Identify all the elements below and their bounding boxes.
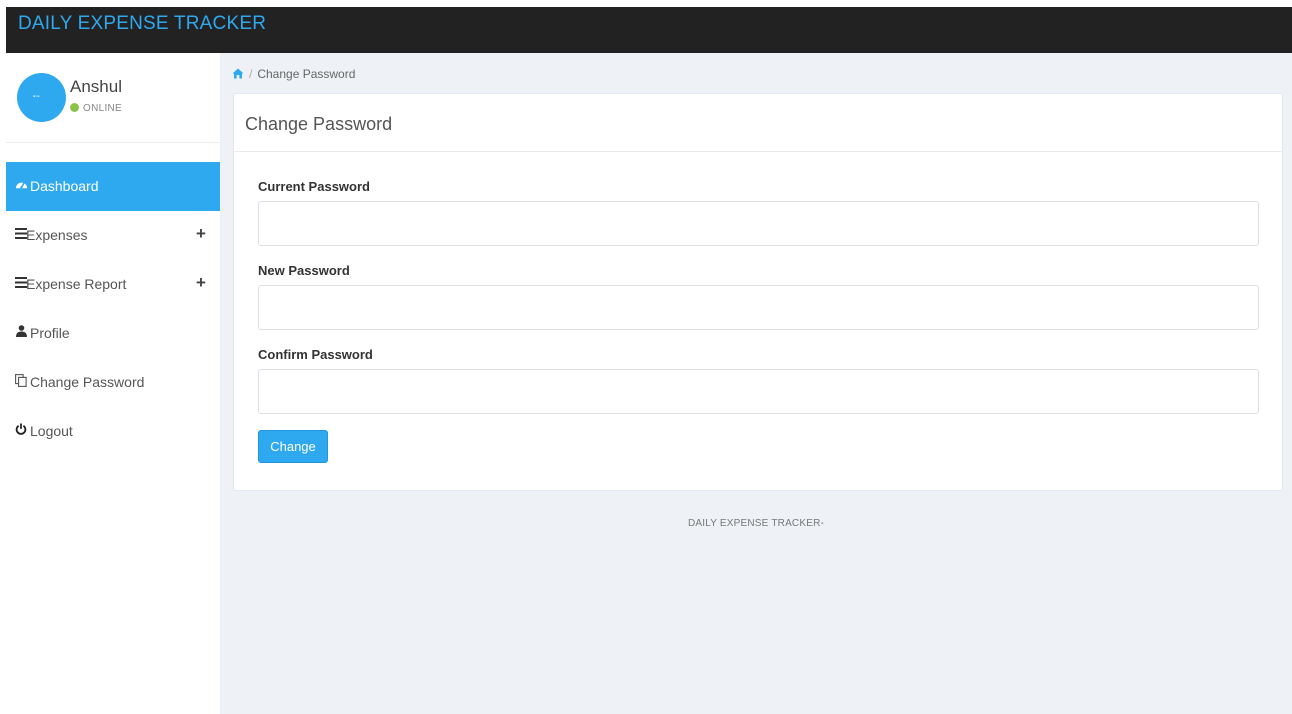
sidebar: ▪▫▪ Anshul ONLINE Dashboard Expenses + E… xyxy=(6,53,220,714)
sidebar-item-label: Expense Report xyxy=(26,276,127,292)
sidebar-item-change-password[interactable]: Change Password xyxy=(6,358,220,407)
user-name: Anshul xyxy=(70,77,122,96)
change-password-panel: Change Password Current Password New Pas… xyxy=(233,93,1283,491)
current-password-input[interactable] xyxy=(258,201,1259,246)
power-icon xyxy=(14,423,28,439)
online-status-dot-icon xyxy=(70,103,79,112)
page-title: Change Password xyxy=(245,114,393,134)
sidebar-item-label: Expenses xyxy=(26,227,88,243)
sidebar-item-logout[interactable]: Logout xyxy=(6,407,220,456)
current-password-label: Current Password xyxy=(258,179,370,194)
footer-text: DAILY EXPENSE TRACKER- xyxy=(687,518,825,529)
sidebar-item-label: Dashboard xyxy=(30,178,99,194)
user-status-label: ONLINE xyxy=(83,103,123,114)
copy-icon xyxy=(14,374,28,390)
expand-plus-icon[interactable]: + xyxy=(196,224,206,244)
dashboard-icon xyxy=(14,178,28,194)
confirm-password-input[interactable] xyxy=(258,369,1259,414)
breadcrumb-separator: / xyxy=(249,67,253,81)
sidebar-item-profile[interactable]: Profile xyxy=(6,309,220,358)
app-brand[interactable]: DAILY EXPENSE TRACKER xyxy=(18,13,266,35)
new-password-label: New Password xyxy=(258,263,350,278)
sidebar-item-label: Logout xyxy=(30,423,73,439)
expand-plus-icon[interactable]: + xyxy=(196,273,206,293)
avatar-image-icon: ▪▫▪ xyxy=(33,94,40,100)
sidebar-item-label: Profile xyxy=(30,325,70,341)
user-icon xyxy=(14,325,28,341)
confirm-password-label: Confirm Password xyxy=(258,347,373,362)
sidebar-item-expenses[interactable]: Expenses + xyxy=(6,211,220,260)
user-panel: ▪▫▪ Anshul ONLINE xyxy=(6,53,220,143)
top-navbar: DAILY EXPENSE TRACKER xyxy=(6,7,1292,53)
home-icon[interactable] xyxy=(232,68,244,82)
avatar: ▪▫▪ xyxy=(17,73,66,122)
user-status: ONLINE xyxy=(70,103,122,114)
panel-heading: Change Password xyxy=(234,94,1282,152)
sidebar-item-expense-report[interactable]: Expense Report + xyxy=(6,260,220,309)
breadcrumb-current: Change Password xyxy=(257,67,356,81)
change-button[interactable]: Change xyxy=(258,430,328,463)
sidebar-menu: Dashboard Expenses + Expense Report + Pr… xyxy=(6,162,220,456)
sidebar-item-label: Change Password xyxy=(30,374,145,390)
breadcrumb: / Change Password xyxy=(232,67,355,82)
new-password-input[interactable] xyxy=(258,285,1259,330)
sidebar-item-dashboard[interactable]: Dashboard xyxy=(6,162,220,211)
main-content: / Change Password Change Password Current… xyxy=(220,53,1292,714)
